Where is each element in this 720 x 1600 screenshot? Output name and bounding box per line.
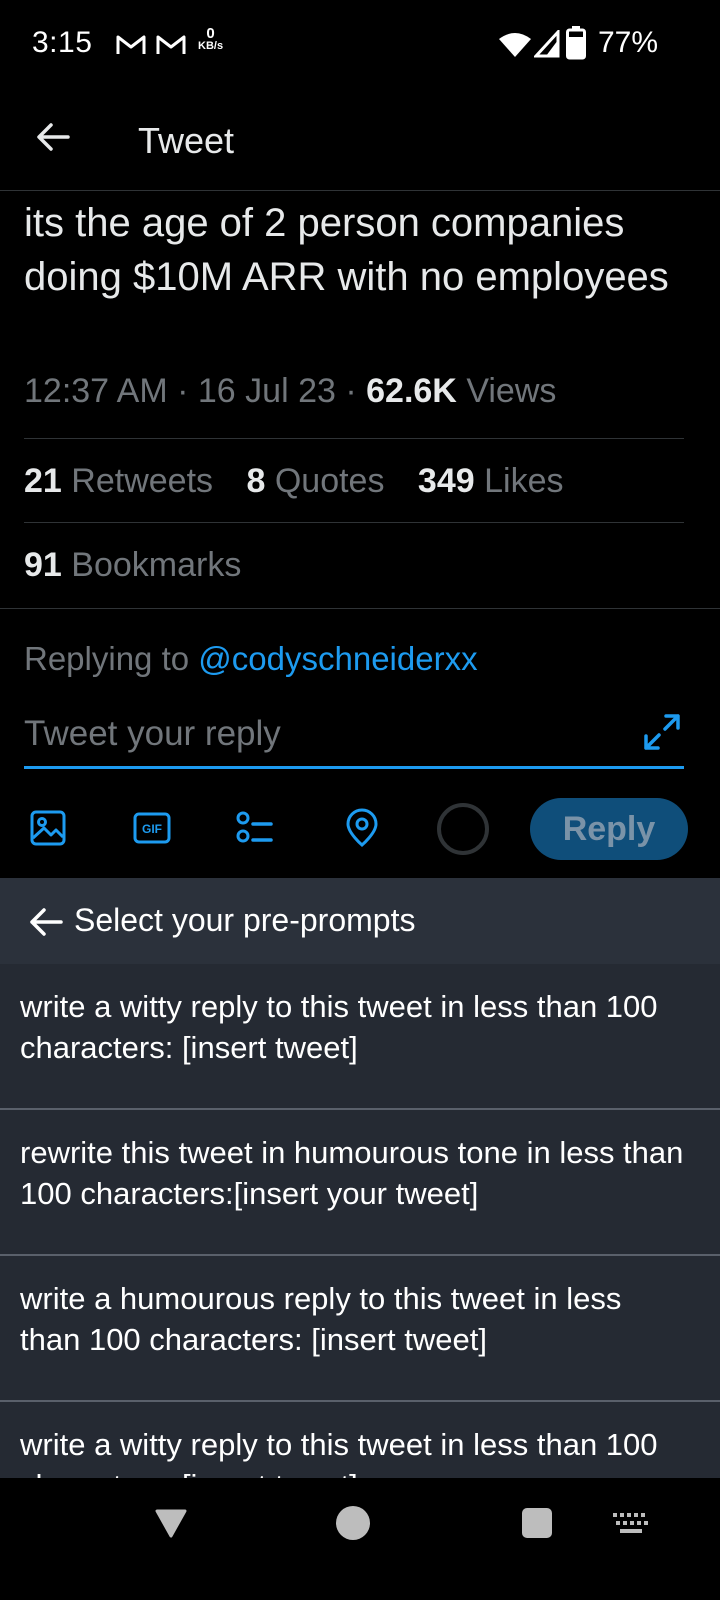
replying-to: Replying to @codyschneiderxx: [24, 640, 478, 678]
nav-back-icon[interactable]: [154, 1508, 188, 1538]
reply-input[interactable]: [24, 706, 624, 762]
stats-divider: [24, 522, 684, 523]
cell-signal-icon: [534, 30, 560, 58]
gmail-icon: [156, 35, 186, 54]
preprompts-header: Select your pre-prompts: [0, 878, 720, 964]
page-title: Tweet: [138, 120, 235, 161]
tweet-text: its the age of 2 person companies doing …: [24, 201, 669, 299]
retweets-stat[interactable]: 21 Retweets: [24, 462, 213, 500]
likes-count: 349: [417, 462, 475, 500]
status-time: 3:15: [32, 26, 93, 59]
image-icon[interactable]: [28, 808, 68, 848]
views-count: 62.6K: [366, 372, 457, 410]
views-label: Views: [466, 372, 557, 410]
expand-icon[interactable]: [642, 712, 682, 752]
poll-icon[interactable]: [234, 808, 274, 848]
wifi-icon: [499, 33, 531, 57]
bookmarks-count: 91: [24, 546, 62, 584]
nav-home-icon[interactable]: [334, 1504, 372, 1542]
tweet-date: 16 Jul 23: [197, 372, 336, 410]
gmail-icon: [116, 35, 146, 54]
svg-text:GIF: GIF: [142, 822, 162, 836]
back-arrow-icon[interactable]: [36, 120, 70, 154]
retweets-count: 21: [24, 462, 62, 500]
meta-separator: ·: [345, 372, 367, 410]
keyboard-icon[interactable]: [612, 1512, 650, 1536]
preprompt-text: write a witty reply to this tweet in les…: [20, 989, 658, 1065]
tweet-time: 12:37 AM: [24, 372, 168, 410]
preprompt-item[interactable]: write a witty reply to this tweet in les…: [0, 1402, 720, 1478]
back-arrow-icon[interactable]: [28, 904, 64, 940]
preprompt-item[interactable]: write a humourous reply to this tweet in…: [0, 1256, 720, 1402]
bookmarks-divider: [0, 608, 720, 609]
nav-recents-icon[interactable]: [520, 1506, 554, 1540]
system-nav-bar: [0, 1478, 720, 1600]
battery-icon: [566, 26, 586, 60]
quotes-count: 8: [246, 462, 266, 500]
bookmarks-stat[interactable]: 91 Bookmarks: [24, 546, 241, 585]
network-speed: 0 KB/s: [198, 25, 224, 52]
preprompts-panel: Select your pre-prompts write a witty re…: [0, 878, 720, 1478]
preprompt-text: write a humourous reply to this tweet in…: [20, 1281, 622, 1357]
gif-icon[interactable]: GIF: [132, 808, 172, 848]
battery-percent: 77%: [598, 26, 659, 59]
meta-separator: ·: [177, 372, 198, 410]
replying-to-label: Replying to: [24, 640, 190, 677]
quotes-stat[interactable]: 8 Quotes: [246, 462, 384, 500]
bookmarks-label: Bookmarks: [71, 546, 242, 584]
preprompt-item[interactable]: write a witty reply to this tweet in les…: [0, 964, 720, 1110]
quotes-label: Quotes: [274, 462, 385, 500]
meta-divider: [24, 438, 684, 439]
network-speed-value: 0: [206, 25, 215, 42]
header-divider: [0, 190, 720, 191]
preprompt-text: write a witty reply to this tweet in les…: [20, 1427, 658, 1478]
character-count-ring-icon: [437, 803, 489, 855]
retweets-label: Retweets: [71, 462, 214, 500]
reply-input-underline: [24, 766, 684, 769]
status-bar: 3:15 0 KB/s 77%: [0, 0, 720, 92]
location-pin-icon[interactable]: [342, 808, 382, 848]
preprompt-item[interactable]: rewrite this tweet in humourous tone in …: [0, 1110, 720, 1256]
likes-stat[interactable]: 349 Likes: [418, 462, 564, 500]
reply-handle-link[interactable]: @codyschneiderxx: [198, 640, 477, 677]
preprompts-title: Select your pre-prompts: [74, 902, 416, 938]
reply-button[interactable]: Reply: [530, 798, 688, 860]
likes-label: Likes: [484, 462, 564, 500]
tweet-meta: 12:37 AM · 16 Jul 23 · 62.6K Views: [24, 372, 556, 411]
engagement-stats: 21 Retweets 8 Quotes 349 Likes: [24, 462, 563, 501]
network-speed-unit: KB/s: [198, 40, 224, 52]
preprompt-text: rewrite this tweet in humourous tone in …: [20, 1135, 684, 1211]
